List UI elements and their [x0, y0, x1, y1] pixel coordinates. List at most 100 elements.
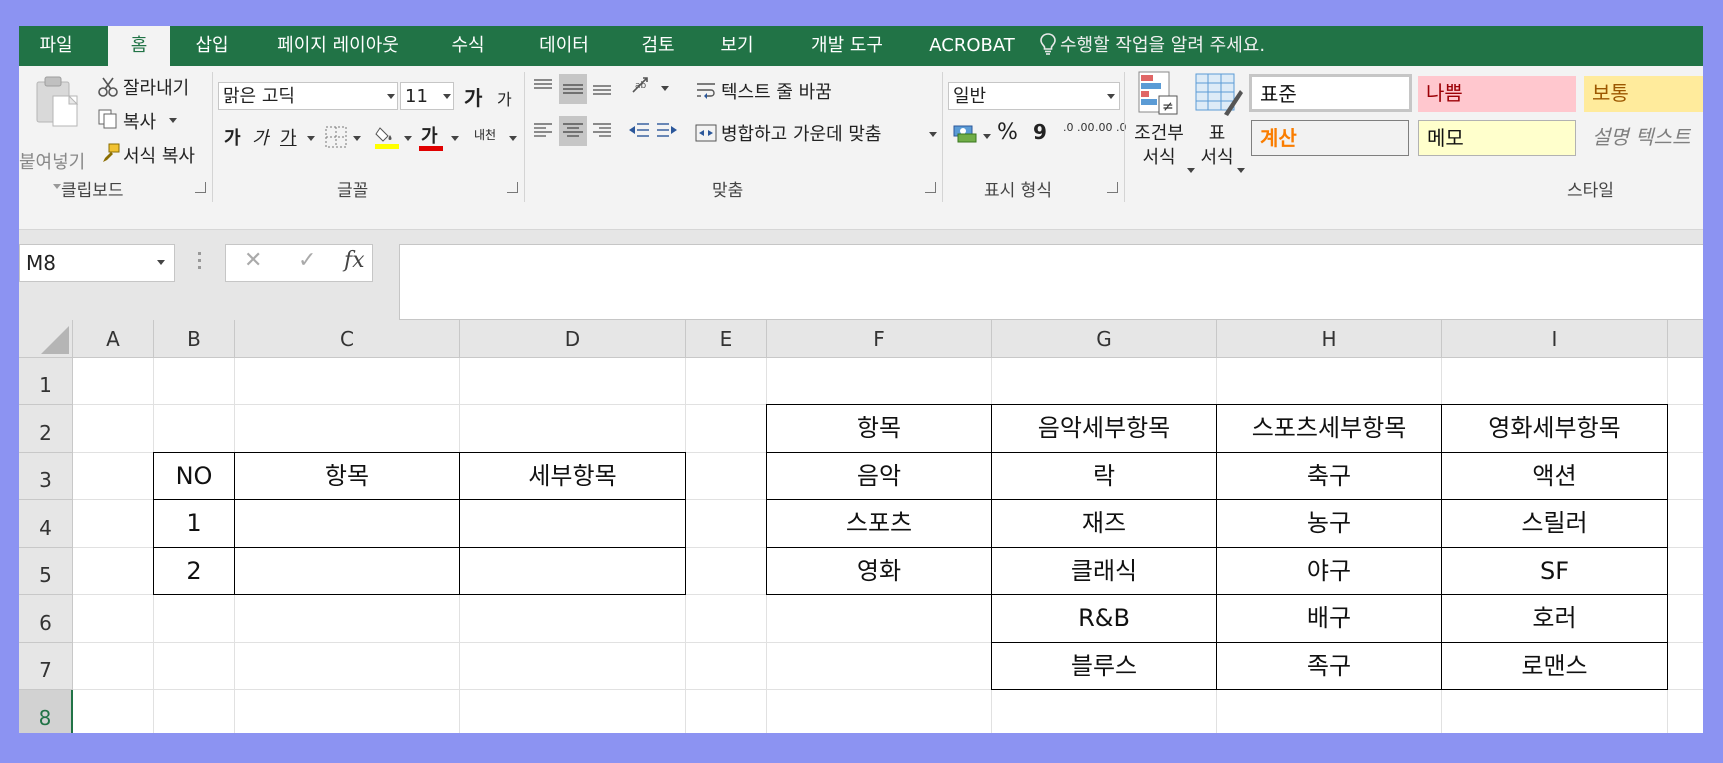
cell-i7[interactable]: 로맨스 [1442, 643, 1667, 689]
alignment-launcher[interactable] [925, 182, 936, 193]
style-neutral[interactable]: 보통 [1584, 76, 1703, 112]
style-calculation[interactable]: 계산 [1251, 120, 1409, 156]
number-launcher[interactable] [1107, 182, 1118, 193]
cell-c5[interactable] [235, 548, 459, 594]
cell-g6[interactable]: R&B [992, 595, 1216, 642]
row-header-7[interactable]: 7 [19, 643, 73, 690]
number-format-select[interactable]: 일반 [948, 82, 1120, 110]
tab-view[interactable]: 보기 [712, 26, 762, 66]
column-header-f[interactable]: F [767, 320, 992, 358]
cell-d3[interactable]: 세부항목 [460, 453, 685, 499]
phonetic-caret[interactable] [509, 136, 517, 141]
name-box[interactable]: M8 [19, 244, 175, 282]
font-color-caret[interactable] [451, 136, 459, 141]
shrink-font-button[interactable]: 가 [497, 86, 512, 110]
decrease-indent-icon[interactable] [627, 120, 651, 146]
copy-button[interactable]: 복사 [123, 108, 156, 134]
cell-f4[interactable]: 스포츠 [767, 500, 991, 547]
cell-g4[interactable]: 재즈 [992, 500, 1216, 547]
paste-label[interactable]: 붙여넣기 [19, 148, 85, 174]
orientation-caret[interactable] [661, 86, 669, 91]
select-all-corner[interactable] [19, 320, 73, 358]
cell-h4[interactable]: 농구 [1217, 500, 1441, 547]
paste-button[interactable] [33, 74, 83, 138]
tab-review[interactable]: 검토 [633, 26, 683, 66]
cell-h5[interactable]: 야구 [1217, 548, 1441, 594]
comma-button[interactable]: 9 [1033, 120, 1047, 144]
column-header-c[interactable]: C [235, 320, 460, 358]
decrease-decimal-button[interactable]: .00 .0 [1095, 122, 1127, 134]
tab-file[interactable]: 파일 [19, 26, 93, 66]
tell-me-search[interactable]: 수행할 작업을 알려 주세요. [1040, 26, 1265, 66]
style-normal[interactable]: 표준 [1249, 74, 1412, 112]
merge-center-button[interactable]: 병합하고 가운데 맞춤 [721, 120, 881, 146]
style-note[interactable]: 메모 [1418, 120, 1576, 156]
number-format-caret[interactable] [1107, 94, 1115, 99]
cell-g7[interactable]: 블루스 [992, 643, 1216, 689]
wrap-text-button[interactable]: 텍스트 줄 바꿈 [721, 78, 832, 104]
name-box-caret[interactable] [157, 260, 165, 265]
enter-button[interactable]: ✓ [298, 248, 316, 273]
bold-button[interactable]: 가 [224, 124, 241, 150]
resize-handle[interactable] [198, 252, 201, 272]
column-header-b[interactable]: B [154, 320, 235, 358]
italic-button[interactable]: 가 [252, 124, 269, 150]
cell-g5[interactable]: 클래식 [992, 548, 1216, 594]
underline-button[interactable]: 가 [280, 124, 297, 150]
cell-i4[interactable]: 스릴러 [1442, 500, 1667, 547]
increase-decimal-button[interactable]: .0 .00 [1063, 122, 1095, 134]
font-color-button[interactable]: 가 [421, 122, 438, 148]
underline-caret[interactable] [307, 136, 315, 141]
align-right-icon[interactable] [591, 120, 613, 146]
cell-d5[interactable] [460, 548, 685, 594]
cell-f2[interactable]: 항목 [767, 405, 991, 452]
tab-home[interactable]: 홈 [108, 26, 170, 67]
format-as-table-caret[interactable] [1237, 168, 1245, 173]
style-explanatory[interactable]: 설명 텍스트 [1584, 120, 1703, 156]
clipboard-launcher[interactable] [195, 182, 206, 193]
row-header-2[interactable]: 2 [19, 405, 73, 453]
accounting-format-icon[interactable] [953, 122, 979, 148]
cell-f3[interactable]: 음악 [767, 453, 991, 499]
formula-input[interactable] [399, 244, 1703, 320]
insert-function-button[interactable]: fx [344, 248, 365, 273]
tab-page-layout[interactable]: 페이지 레이아웃 [267, 26, 409, 66]
fill-color-icon[interactable] [374, 124, 400, 154]
cell-f5[interactable]: 영화 [767, 548, 991, 594]
cell-c4[interactable] [235, 500, 459, 547]
cell-b4[interactable]: 1 [154, 500, 234, 547]
increase-indent-icon[interactable] [655, 120, 679, 146]
worksheet-grid[interactable]: A B C D E F G H I 1 2 3 4 5 6 7 8 NO 항목 … [19, 320, 1703, 733]
column-header-j[interactable] [1668, 320, 1703, 358]
wrap-text-icon[interactable] [695, 80, 717, 106]
cell-g2[interactable]: 음악세부항목 [992, 405, 1216, 452]
cancel-button[interactable]: ✕ [244, 248, 262, 273]
cell-i2[interactable]: 영화세부항목 [1442, 405, 1667, 452]
align-bottom-icon[interactable] [591, 76, 613, 102]
row-header-1[interactable]: 1 [19, 358, 73, 405]
accounting-caret[interactable] [983, 134, 991, 139]
column-header-g[interactable]: G [992, 320, 1217, 358]
orientation-icon[interactable]: ab [631, 74, 657, 102]
font-name-select[interactable]: 맑은 고딕 [218, 82, 398, 110]
cell-h7[interactable]: 족구 [1217, 643, 1441, 689]
format-painter-button[interactable]: 서식 복사 [123, 142, 195, 168]
fill-color-caret[interactable] [404, 136, 412, 141]
row-header-3[interactable]: 3 [19, 453, 73, 500]
cell-g3[interactable]: 락 [992, 453, 1216, 499]
cell-d4[interactable] [460, 500, 685, 547]
font-name-caret[interactable] [387, 94, 395, 99]
cell-b3[interactable]: NO [154, 453, 234, 499]
paste-dropdown-caret[interactable] [53, 184, 61, 189]
cell-h6[interactable]: 배구 [1217, 595, 1441, 642]
align-left-icon[interactable] [532, 120, 554, 146]
column-header-a[interactable]: A [73, 320, 154, 358]
cell-b5[interactable]: 2 [154, 548, 234, 594]
cell-h3[interactable]: 축구 [1217, 453, 1441, 499]
style-bad[interactable]: 나쁨 [1418, 76, 1576, 112]
cell-f7[interactable] [767, 643, 991, 689]
cell-i6[interactable]: 호러 [1442, 595, 1667, 642]
percent-button[interactable]: % [997, 120, 1018, 145]
tab-acrobat[interactable]: ACROBAT [922, 26, 1022, 66]
conditional-format-caret[interactable] [1187, 168, 1195, 173]
